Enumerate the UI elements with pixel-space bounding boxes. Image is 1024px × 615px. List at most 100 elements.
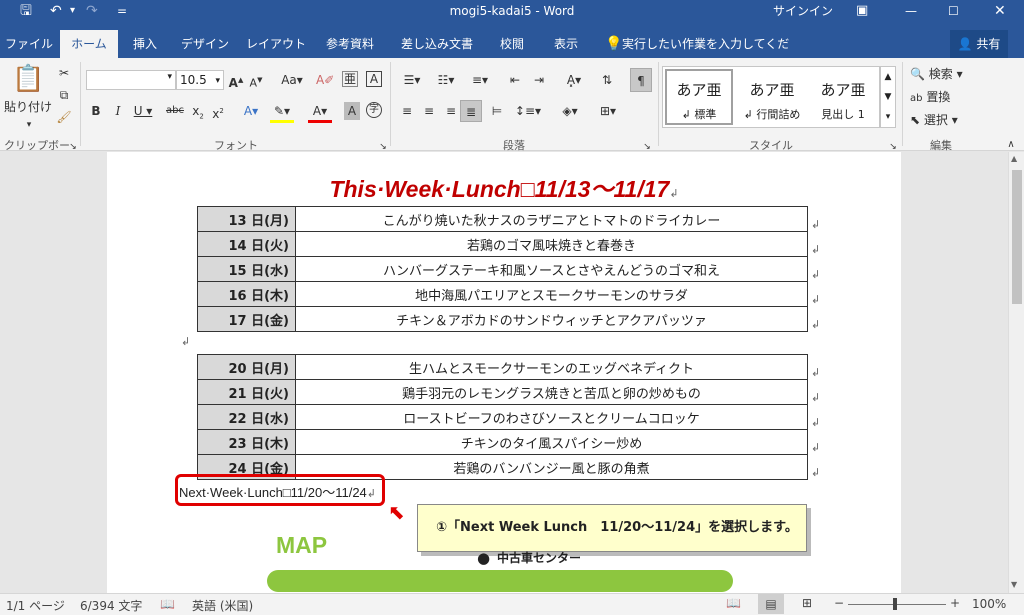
signin-link[interactable]: サインイン [773,0,833,22]
phonetic-guide-icon[interactable]: 亜 [342,71,358,87]
paste-icon[interactable]: 📋 [12,64,44,94]
bullets-icon[interactable]: ☰▾ [398,71,426,89]
maximize-icon[interactable]: ☐ [948,0,959,22]
next-week-text[interactable]: Next·Week·Lunch□11/20～11/24↲ [179,482,376,501]
font-color-icon[interactable]: A▾ [308,102,332,123]
style-no-spacing[interactable]: あア亜 ↲ 行間詰め [739,71,805,127]
copy-icon[interactable]: ⧉ [56,86,72,104]
day-cell[interactable]: 14 日(火) [197,231,296,257]
select-button[interactable]: ⬉ 選択 ▾ [910,111,970,129]
day-cell[interactable]: 23 日(木) [197,429,296,455]
align-center-icon[interactable]: ≡ [420,102,438,120]
day-cell[interactable]: 17 日(金) [197,306,296,332]
clear-formatting-icon[interactable]: A✐ [316,71,334,89]
dish-cell[interactable]: チキン＆アボカドのサンドウィッチとアクアパッツァ [295,306,808,332]
zoom-slider[interactable] [848,604,946,605]
dish-cell[interactable]: 鶏手羽元のレモングラス焼きと苦瓜と卵の炒めもの [295,379,808,405]
shrink-font-icon[interactable]: A▼ [248,71,264,93]
paste-dropdown-icon[interactable]: ▾ [24,116,34,134]
styles-scroll[interactable]: ▲ ▼ ▾ [880,66,896,128]
tab-design[interactable]: デザイン [176,30,234,58]
page-count[interactable]: 1/1 ページ [6,597,65,614]
more-icon[interactable]: ▾ [881,107,895,127]
highlight-icon[interactable]: ✎▾ [270,102,294,123]
format-painter-icon[interactable]: 🖌 [56,108,72,126]
align-left-icon[interactable]: ≡ [398,102,416,120]
superscript-icon[interactable]: x2 [210,102,226,123]
scroll-down-icon[interactable]: ▼ [1011,580,1017,589]
day-cell[interactable]: 20 日(月) [197,354,296,380]
dish-cell[interactable]: チキンのタイ風スパイシー炒め [295,429,808,455]
language-status[interactable]: 英語 (米国) [192,597,253,614]
paste-button[interactable]: 貼り付け [4,98,52,116]
share-button[interactable]: 👤 共有 [950,30,1008,58]
tab-mailings[interactable]: 差し込み文書 [394,30,480,58]
sort-icon[interactable]: ⇅ [598,71,616,89]
strikethrough-icon[interactable]: abc [164,102,186,120]
show-formatting-icon[interactable]: ¶ [630,68,652,92]
numbering-icon[interactable]: ☷▾ [432,71,460,89]
day-cell[interactable]: 16 日(木) [197,281,296,307]
multilevel-list-icon[interactable]: ≡▾ [466,71,494,89]
distributed-icon[interactable]: ⊨ [488,102,506,120]
vertical-scrollbar[interactable]: ▲ ▼ [1008,152,1024,593]
style-normal[interactable]: あア亜 ↲ 標準 [665,69,733,125]
align-right-icon[interactable]: ≡ [442,102,460,120]
line-spacing-icon[interactable]: ↕≡▾ [514,102,542,120]
replace-button[interactable]: ab 置換 [910,88,970,108]
character-shading-icon[interactable]: A [344,102,360,120]
dish-cell[interactable]: 生ハムとスモークサーモンのエッグベネディクト [295,354,808,380]
chevron-up-icon[interactable]: ▲ [881,67,895,87]
shading-icon[interactable]: ◈▾ [556,102,584,120]
web-layout-icon[interactable]: ⊞ [802,596,812,610]
zoom-level[interactable]: 100% [972,597,1006,611]
italic-icon[interactable]: I [110,102,126,120]
subscript-icon[interactable]: x2 [190,102,206,125]
tab-insert[interactable]: 挿入 [122,30,168,58]
scroll-thumb[interactable] [1012,170,1022,304]
ribbon-display-icon[interactable]: ▣ [856,0,868,22]
tell-me-box[interactable]: 実行したい作業を入力してください [622,30,792,79]
chevron-down-icon[interactable]: ▼ [881,87,895,107]
decrease-indent-icon[interactable]: ⇤ [506,71,524,89]
close-icon[interactable]: ✕ [994,0,1006,22]
character-border-icon[interactable]: A [366,71,382,87]
word-count[interactable]: 6/394 文字 [80,597,142,614]
increase-indent-icon[interactable]: ⇥ [530,71,548,89]
zoom-out-icon[interactable]: − [834,596,844,610]
font-size-select[interactable]: 10.5 ▾ [176,70,224,90]
day-cell[interactable]: 13 日(月) [197,206,296,232]
tab-layout[interactable]: レイアウト [244,30,308,58]
style-heading-1[interactable]: あア亜 見出し 1 [809,71,877,127]
day-cell[interactable]: 21 日(火) [197,379,296,405]
dish-cell[interactable]: 地中海風パエリアとスモークサーモンのサラダ [295,281,808,307]
document-page[interactable]: This·Week·Lunch□11/13～11/17↲ 13 日(月) こんがり… [107,152,901,593]
zoom-in-icon[interactable]: + [950,596,960,610]
tab-references[interactable]: 参考資料 [318,30,382,58]
tab-review[interactable]: 校閲 [490,30,534,58]
dish-cell[interactable]: ローストビーフのわさびソースとクリームコロッケ [295,404,808,430]
day-cell[interactable]: 15 日(水) [197,256,296,282]
print-layout-icon[interactable]: ▤ [758,594,784,614]
font-name-select[interactable]: ▾ [86,70,176,90]
asian-layout-icon[interactable]: A͓▾ [560,71,588,89]
tab-home[interactable]: ホーム [60,30,118,58]
read-mode-icon[interactable]: 📖 [726,596,741,610]
text-effects-icon[interactable]: A▾ [240,102,262,120]
tab-view[interactable]: 表示 [544,30,588,58]
dish-cell[interactable]: こんがり焼いた秋ナスのラザニアとトマトのドライカレー [295,206,808,232]
dish-cell[interactable]: ハンバーグステーキ和風ソースとさやえんどうのゴマ和え [295,256,808,282]
underline-icon[interactable]: U ▾ [132,102,154,120]
zoom-slider-thumb[interactable] [893,598,897,610]
enclose-characters-icon[interactable]: 字 [366,102,382,118]
day-cell[interactable]: 22 日(水) [197,404,296,430]
minimize-icon[interactable]: — [905,0,917,22]
find-button[interactable]: 🔍 検索 ▾ [910,65,970,83]
tab-file[interactable]: ファイル [0,30,58,58]
bold-icon[interactable]: B [88,102,104,120]
dish-cell[interactable]: 若鶏のゴマ風味焼きと春巻き [295,231,808,257]
justify-icon[interactable]: ≣ [460,100,482,122]
scroll-up-icon[interactable]: ▲ [1011,154,1017,163]
change-case-icon[interactable]: Aa▾ [278,71,306,89]
cut-icon[interactable]: ✂ [56,64,72,82]
